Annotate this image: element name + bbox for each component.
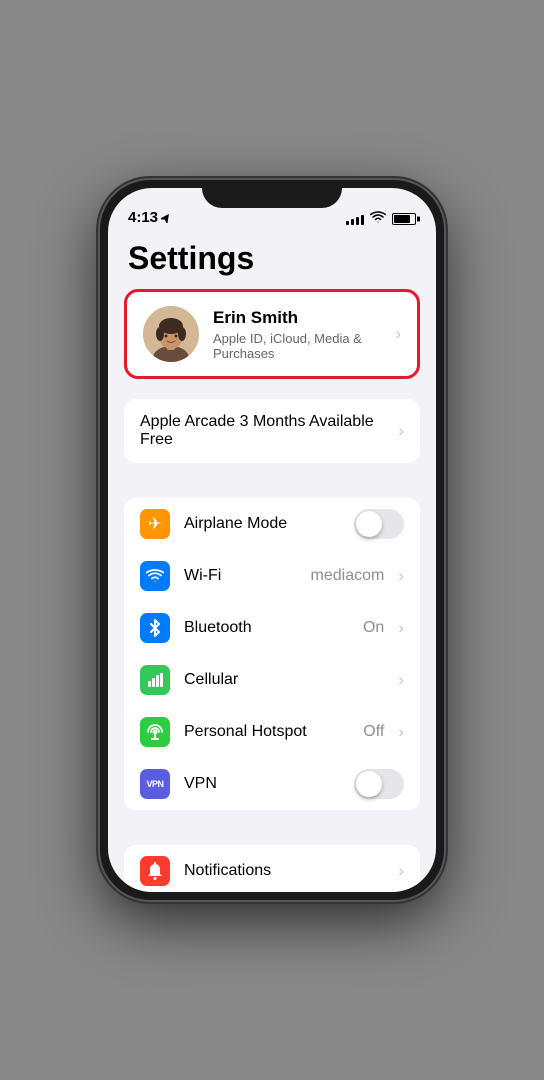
bluetooth-value: On <box>363 619 384 637</box>
wifi-row[interactable]: Wi-Fi mediacom › <box>124 550 420 602</box>
hotspot-value: Off <box>363 723 384 741</box>
notifications-icon <box>140 856 170 886</box>
wifi-chevron: › <box>398 566 404 586</box>
profile-info: Erin Smith Apple ID, iCloud, Media & Pur… <box>213 308 387 361</box>
cellular-chevron: › <box>398 670 404 690</box>
page-title: Settings <box>108 232 436 289</box>
vpn-icon: VPN <box>140 769 170 799</box>
phone-frame: 4:13 <box>100 180 444 900</box>
battery-icon <box>392 213 416 225</box>
profile-name: Erin Smith <box>213 308 387 328</box>
bluetooth-icon <box>140 613 170 643</box>
airplane-mode-row[interactable]: ✈ Airplane Mode <box>124 498 420 550</box>
signal-bar-1 <box>346 221 349 225</box>
vpn-label: VPN <box>184 775 354 793</box>
hotspot-row[interactable]: Personal Hotspot Off › <box>124 706 420 758</box>
hotspot-chevron: › <box>398 722 404 742</box>
bluetooth-label: Bluetooth <box>184 619 363 637</box>
screen: 4:13 <box>108 188 436 892</box>
airplane-mode-toggle[interactable] <box>354 509 404 539</box>
wifi-value: mediacom <box>311 567 385 585</box>
signal-bars <box>346 213 364 225</box>
wifi-label: Wi-Fi <box>184 567 311 585</box>
section-gap-2 <box>108 810 436 845</box>
location-arrow-icon <box>161 213 171 223</box>
arcade-chevron: › <box>398 421 404 441</box>
system-settings-group: Notifications › Sounds & Haptics › <box>124 845 420 892</box>
status-icons <box>346 211 416 226</box>
wifi-status-icon <box>370 211 386 226</box>
signal-bar-2 <box>351 219 354 225</box>
hotspot-icon <box>140 717 170 747</box>
arcade-row[interactable]: Apple Arcade 3 Months Available Free › <box>124 399 420 463</box>
signal-bar-3 <box>356 217 359 225</box>
notifications-chevron: › <box>398 861 404 881</box>
cellular-row[interactable]: Cellular › <box>124 654 420 706</box>
network-settings-group: ✈ Airplane Mode <box>124 498 420 810</box>
bluetooth-row[interactable]: Bluetooth On › <box>124 602 420 654</box>
vpn-row[interactable]: VPN VPN <box>124 758 420 810</box>
airplane-mode-label: Airplane Mode <box>184 515 354 533</box>
notifications-row[interactable]: Notifications › <box>124 845 420 892</box>
cellular-icon <box>140 665 170 695</box>
vpn-toggle[interactable] <box>354 769 404 799</box>
section-gap-1 <box>108 463 436 498</box>
wifi-icon <box>140 561 170 591</box>
settings-content[interactable]: Settings <box>108 232 436 892</box>
arcade-label: Apple Arcade 3 Months Available Free <box>140 413 390 449</box>
notifications-label: Notifications <box>184 862 390 880</box>
airplane-mode-icon: ✈ <box>140 509 170 539</box>
avatar <box>143 306 199 362</box>
status-time: 4:13 <box>128 209 171 226</box>
hotspot-label: Personal Hotspot <box>184 723 363 741</box>
profile-subtitle: Apple ID, iCloud, Media & Purchases <box>213 331 387 361</box>
notch <box>202 180 342 208</box>
profile-card[interactable]: Erin Smith Apple ID, iCloud, Media & Pur… <box>124 289 420 379</box>
bluetooth-chevron: › <box>398 618 404 638</box>
time-display: 4:13 <box>128 209 158 226</box>
cellular-label: Cellular <box>184 671 390 689</box>
profile-chevron: › <box>395 324 401 344</box>
signal-bar-4 <box>361 215 364 225</box>
